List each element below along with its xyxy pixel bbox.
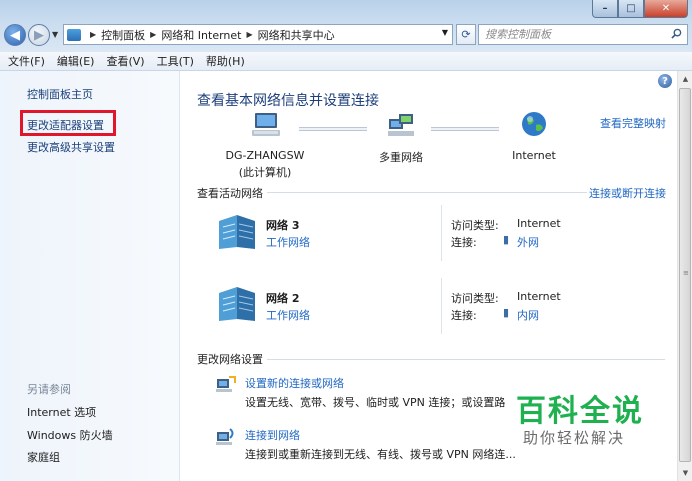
internet-options-link[interactable]: Internet 选项 [27, 404, 96, 420]
left-nav-pane: 控制面板主页 更改适配器设置 更改高级共享设置 另请参阅 Internet 选项… [0, 71, 180, 481]
breadcrumb-network-internet[interactable]: 网络和 Internet [161, 27, 241, 43]
minimize-button[interactable]: – [592, 0, 618, 18]
map-connection-line [431, 127, 499, 131]
this-computer-label: (此计算机) [238, 166, 292, 179]
computer-name-label: DG-ZHANGSW [225, 149, 305, 162]
change-adapter-settings-link[interactable]: 更改适配器设置 [27, 117, 104, 133]
setup-connection-link[interactable]: 设置新的连接或网络 [245, 375, 344, 391]
window-controls: – □ ✕ [592, 0, 688, 18]
connection-label: 连接: [451, 309, 477, 322]
network-name: 网络 3 [266, 219, 300, 232]
breadcrumb-chevron-icon[interactable]: ▶ [247, 30, 253, 39]
section-divider [267, 192, 587, 193]
scroll-down-arrow-icon[interactable]: ▼ [678, 465, 692, 481]
main-content: ? 查看基本网络信息并设置连接 查看完整映射 DG-ZHANGSW (此计算机)… [181, 71, 676, 481]
control-panel-home-link[interactable]: 控制面板主页 [27, 86, 93, 102]
breadcrumb-chevron-icon[interactable]: ▶ [90, 30, 96, 39]
connection-link[interactable]: 内网 [517, 307, 539, 323]
search-input[interactable] [485, 28, 665, 41]
control-panel-icon [67, 28, 81, 41]
menu-edit[interactable]: 编辑(E) [57, 53, 95, 69]
maximize-button[interactable]: □ [618, 0, 644, 18]
menu-file[interactable]: 文件(F) [8, 53, 45, 69]
homegroup-link[interactable]: 家庭组 [27, 449, 60, 465]
search-box[interactable] [478, 24, 688, 45]
network-name: 网络 2 [266, 292, 300, 305]
back-button[interactable]: ◀ [4, 24, 26, 46]
network-divider [441, 278, 442, 334]
access-type-value: Internet [517, 217, 561, 230]
network-building-icon[interactable] [215, 211, 259, 251]
connection-adapter-icon: ▮ [503, 233, 510, 246]
breadcrumb: ▶ 控制面板 ▶ 网络和 Internet ▶ 网络和共享中心 [85, 27, 335, 43]
access-type-value: Internet [517, 290, 561, 303]
menu-help[interactable]: 帮助(H) [206, 53, 245, 69]
change-advanced-sharing-link[interactable]: 更改高级共享设置 [27, 139, 115, 155]
window-titlebar: – □ ✕ ◀ ▶ ▼ ▶ 控制面板 ▶ 网络和 Internet ▶ 网络和共… [0, 0, 692, 52]
access-type-label: 访问类型: [451, 292, 499, 305]
network-type-link[interactable]: 工作网络 [266, 307, 310, 323]
address-bar[interactable]: ▶ 控制面板 ▶ 网络和 Internet ▶ 网络和共享中心 ▼ [63, 24, 453, 45]
menu-tools[interactable]: 工具(T) [157, 53, 194, 69]
help-icon[interactable]: ? [658, 74, 672, 88]
watermark-subtitle: 助你轻松解决 [523, 429, 626, 447]
menu-view[interactable]: 查看(V) [106, 53, 144, 69]
windows-firewall-link[interactable]: Windows 防火墙 [27, 427, 113, 443]
recent-pages-dropdown-icon[interactable]: ▼ [52, 30, 58, 39]
refresh-button[interactable]: ⟳ [456, 24, 476, 45]
connection-link[interactable]: 外网 [517, 234, 539, 250]
breadcrumb-control-panel[interactable]: 控制面板 [101, 27, 145, 43]
change-settings-heading: 更改网络设置 [197, 353, 263, 366]
connection-label: 连接: [451, 236, 477, 249]
search-icon[interactable] [671, 28, 682, 39]
map-connection-line [299, 127, 367, 131]
multiple-networks-label: 多重网络 [379, 151, 423, 164]
view-full-map-link[interactable]: 查看完整映射 [600, 115, 666, 131]
breadcrumb-network-sharing-center[interactable]: 网络和共享中心 [258, 27, 335, 43]
watermark-title: 百科全说 [516, 394, 644, 429]
access-type-label: 访问类型: [451, 219, 499, 232]
connection-adapter-icon: ▮ [503, 306, 510, 319]
computer-icon[interactable] [251, 111, 281, 139]
scrollbar-thumb[interactable]: ≡ [679, 88, 691, 462]
setup-connection-description: 设置无线、宽带、拨号、临时或 VPN 连接；或设置路 [245, 396, 506, 409]
active-networks-heading: 查看活动网络 [197, 187, 263, 200]
scrollbar-grip-icon: ≡ [683, 269, 689, 277]
network-building-icon[interactable] [215, 283, 259, 323]
see-also-heading: 另请参阅 [27, 383, 71, 396]
new-connection-icon[interactable] [215, 373, 237, 393]
internet-label: Internet [512, 149, 556, 162]
page-title: 查看基本网络信息并设置连接 [197, 93, 379, 109]
scroll-up-arrow-icon[interactable]: ▲ [678, 71, 692, 87]
address-dropdown-icon[interactable]: ▼ [442, 28, 448, 37]
breadcrumb-chevron-icon[interactable]: ▶ [150, 30, 156, 39]
connect-to-network-link[interactable]: 连接到网络 [245, 427, 300, 443]
network-divider [441, 205, 442, 261]
close-button[interactable]: ✕ [644, 0, 688, 18]
network-type-link[interactable]: 工作网络 [266, 234, 310, 250]
connect-to-network-description: 连接到或重新连接到无线、有线、拨号或 VPN 网络连... [245, 448, 516, 461]
connect-disconnect-link[interactable]: 连接或断开连接 [589, 185, 666, 201]
menu-bar: 文件(F) 编辑(E) 查看(V) 工具(T) 帮助(H) [0, 52, 692, 71]
section-divider [267, 359, 665, 360]
multiple-networks-icon[interactable] [386, 111, 416, 139]
vertical-scrollbar[interactable]: ▲ ≡ ▼ [677, 71, 692, 481]
connect-network-icon[interactable] [215, 426, 237, 446]
forward-button[interactable]: ▶ [28, 24, 50, 46]
internet-globe-icon[interactable] [519, 109, 549, 139]
